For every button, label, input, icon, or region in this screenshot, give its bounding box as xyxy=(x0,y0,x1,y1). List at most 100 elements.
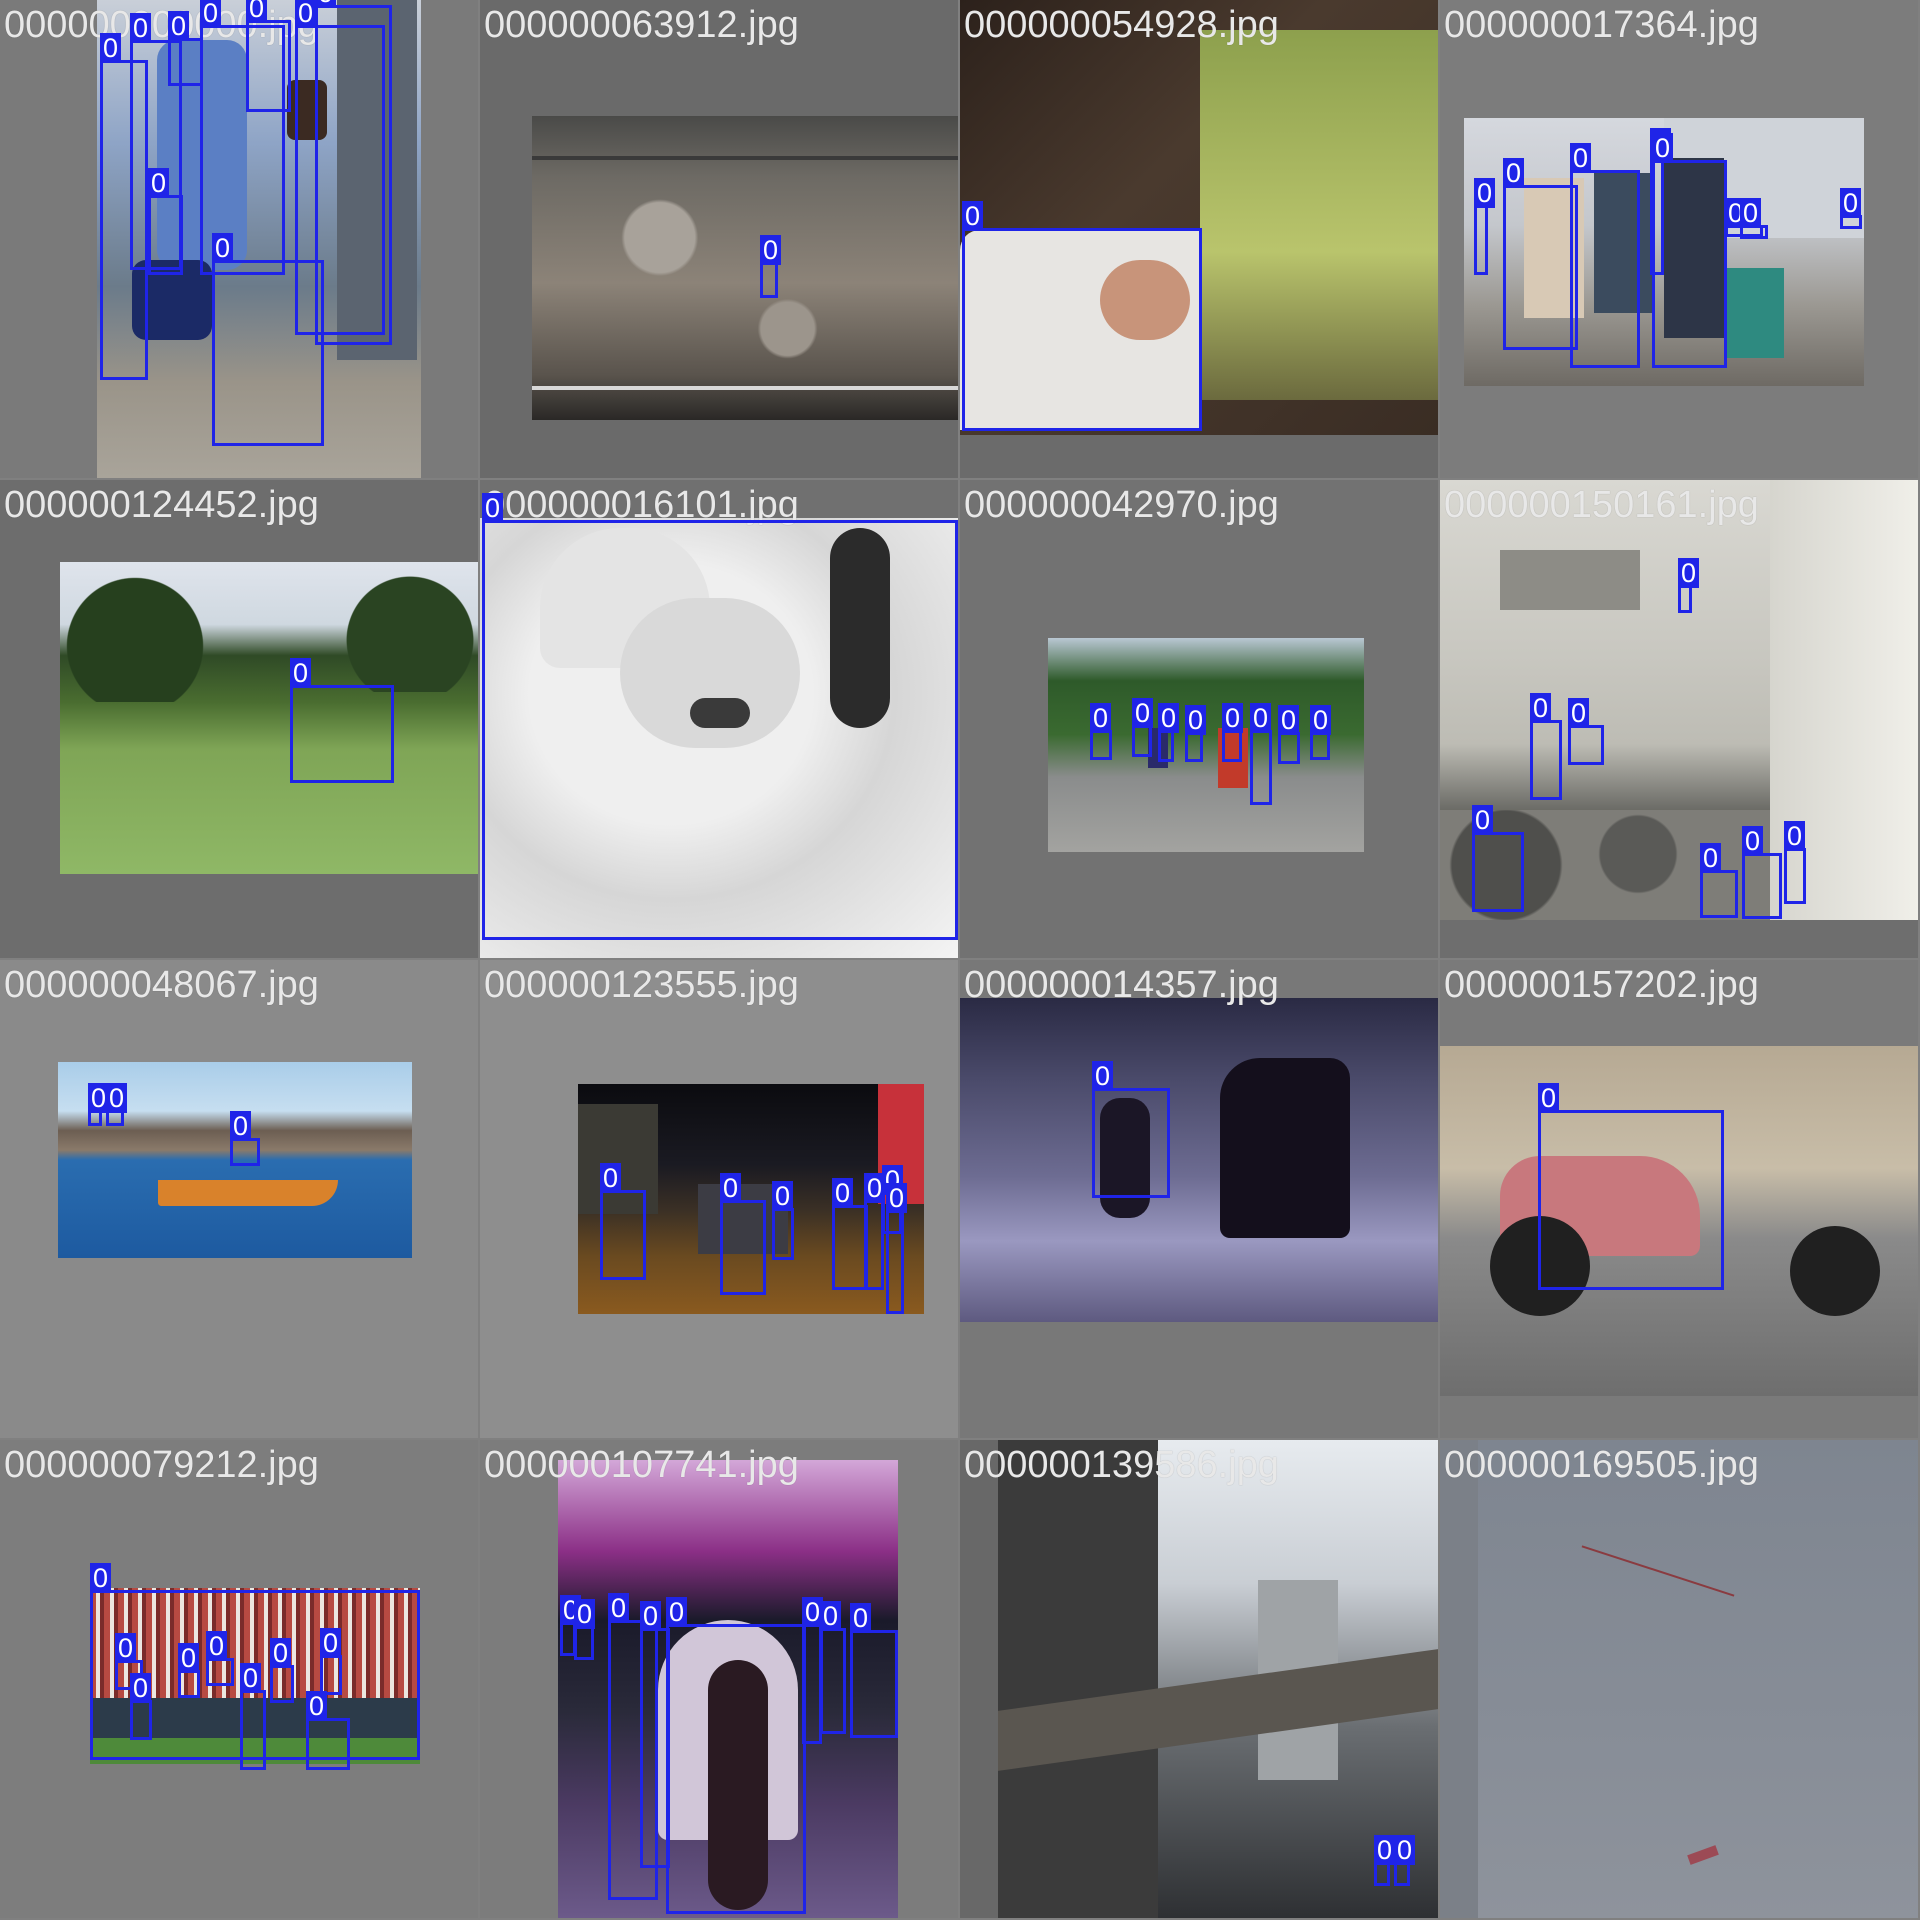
class-label: 0 xyxy=(246,0,268,23)
class-label: 0 xyxy=(206,1631,228,1661)
filename-label: 000000079212.jpg xyxy=(4,1444,319,1486)
detection-box: 0 xyxy=(482,493,958,940)
class-label: 0 xyxy=(1374,1835,1396,1865)
class-label: 0 xyxy=(574,1599,596,1629)
class-label: 0 xyxy=(1784,821,1806,851)
class-label: 0 xyxy=(230,1111,252,1141)
mosaic-grid: 000000000000.jpg 0 0 0 0 0 0 0 0 0 00000… xyxy=(0,0,1920,1920)
class-label: 0 xyxy=(306,1691,328,1721)
class-label: 0 xyxy=(240,1663,262,1693)
class-label: 0 xyxy=(148,168,170,198)
detection-box: 0 xyxy=(1503,158,1578,350)
class-label: 0 xyxy=(608,1593,630,1623)
class-label: 0 xyxy=(212,233,234,263)
detection-box: 0 xyxy=(1374,1835,1396,1886)
filename-label: 000000169505.jpg xyxy=(1444,1444,1759,1486)
photo xyxy=(960,998,1438,1322)
detection-box: 0 xyxy=(820,1601,846,1734)
class-label: 0 xyxy=(886,1183,908,1213)
mosaic-tile: 000000139586.jpg 0 0 xyxy=(960,1440,1438,1918)
detection-box: 0 xyxy=(168,11,203,86)
mosaic-tile: 000000054928.jpg 0 xyxy=(960,0,1438,478)
class-label: 0 xyxy=(1472,805,1494,835)
detection-box: 0 xyxy=(1185,705,1207,762)
photo xyxy=(1478,1440,1918,1918)
class-label: 0 xyxy=(106,1083,128,1113)
detection-box: 0 xyxy=(178,1643,200,1698)
detection-box: 0 xyxy=(1530,693,1562,800)
detection-box: 0 xyxy=(290,658,394,783)
mosaic-tile: 000000079212.jpg 0 0 0 0 0 0 0 0 0 xyxy=(0,1440,478,1918)
class-label: 0 xyxy=(130,1673,152,1703)
class-label: 0 xyxy=(1092,1061,1114,1091)
filename-label: 000000157202.jpg xyxy=(1444,964,1759,1006)
class-label: 0 xyxy=(1158,703,1180,733)
detection-box: 0 xyxy=(1538,1083,1724,1290)
detection-box: 0 xyxy=(1250,703,1272,805)
filename-label: 000000150161.jpg xyxy=(1444,484,1759,526)
detection-box: 0 xyxy=(1474,178,1496,275)
class-label: 0 xyxy=(1840,188,1862,218)
detection-box: 0 xyxy=(886,1183,908,1314)
filename-label: 000000107741.jpg xyxy=(484,1444,799,1486)
class-label: 0 xyxy=(1568,698,1590,728)
class-label: 0 xyxy=(1530,693,1552,723)
detection-box: 0 xyxy=(1278,705,1300,764)
detection-box: 0 xyxy=(1472,805,1524,912)
class-label: 0 xyxy=(1740,198,1762,228)
detection-box: 0 xyxy=(1570,143,1640,368)
detection-box: 0 xyxy=(320,1628,342,1695)
class-label: 0 xyxy=(1538,1083,1560,1113)
filename-label: 000000139586.jpg xyxy=(964,1444,1279,1486)
detection-box: 0 xyxy=(106,1083,128,1126)
detection-box: 0 xyxy=(1652,133,1727,368)
mosaic-tile: 000000169505.jpg xyxy=(1440,1440,1918,1918)
class-label: 0 xyxy=(295,0,317,28)
class-label: 0 xyxy=(1090,703,1112,733)
photo xyxy=(998,1440,1438,1918)
class-label: 0 xyxy=(1474,178,1496,208)
detection-box: 0 xyxy=(270,1638,294,1703)
class-label: 0 xyxy=(100,33,122,63)
detection-box: 0 xyxy=(1394,1835,1416,1886)
mosaic-tile: 000000017364.jpg 0 0 0 0 0 0 0 0 xyxy=(1440,0,1918,478)
detection-box: 0 xyxy=(1132,698,1154,757)
photo xyxy=(60,562,478,874)
photo xyxy=(532,116,958,420)
detection-box: 0 xyxy=(1740,198,1768,239)
detection-box: 0 xyxy=(315,0,392,345)
detection-box: 0 xyxy=(1742,826,1782,919)
class-label: 0 xyxy=(1503,158,1525,188)
detection-box: 0 xyxy=(1222,703,1244,762)
class-label: 0 xyxy=(1700,843,1722,873)
detection-box: 0 xyxy=(130,1673,152,1740)
class-label: 0 xyxy=(1185,705,1207,735)
class-label: 0 xyxy=(315,0,337,8)
detection-box: 0 xyxy=(640,1601,670,1868)
class-label: 0 xyxy=(666,1597,688,1627)
detection-box: 0 xyxy=(864,1173,886,1290)
mosaic-tile: 000000150161.jpg 0 0 0 0 0 0 0 xyxy=(1440,480,1918,958)
class-label: 0 xyxy=(1278,705,1300,735)
class-label: 0 xyxy=(820,1601,842,1631)
filename-label: 000000017364.jpg xyxy=(1444,4,1759,46)
mosaic-tile: 000000048067.jpg 0 0 0 xyxy=(0,960,478,1438)
mosaic-tile: 000000042970.jpg 0 0 0 0 0 0 0 0 xyxy=(960,480,1438,958)
class-label: 0 xyxy=(320,1628,342,1658)
class-label: 0 xyxy=(640,1601,662,1631)
class-label: 0 xyxy=(178,1643,200,1673)
detection-box: 0 xyxy=(574,1599,596,1660)
class-label: 0 xyxy=(200,0,222,28)
detection-box: 0 xyxy=(666,1597,806,1914)
class-label: 0 xyxy=(1132,698,1154,728)
detection-box: 0 xyxy=(246,0,291,112)
class-label: 0 xyxy=(168,11,190,41)
mosaic-tile: 000000124452.jpg 0 xyxy=(0,480,478,958)
detection-box: 0 xyxy=(206,1631,234,1686)
mosaic-tile: 000000157202.jpg 0 xyxy=(1440,960,1918,1438)
detection-box: 0 xyxy=(1092,1061,1170,1198)
detection-box: 0 xyxy=(1158,703,1180,762)
mosaic-tile: 000000123555.jpg 0 0 0 0 0 0 0 xyxy=(480,960,958,1438)
detection-box: 0 xyxy=(88,1083,110,1126)
class-label: 0 xyxy=(1310,705,1332,735)
